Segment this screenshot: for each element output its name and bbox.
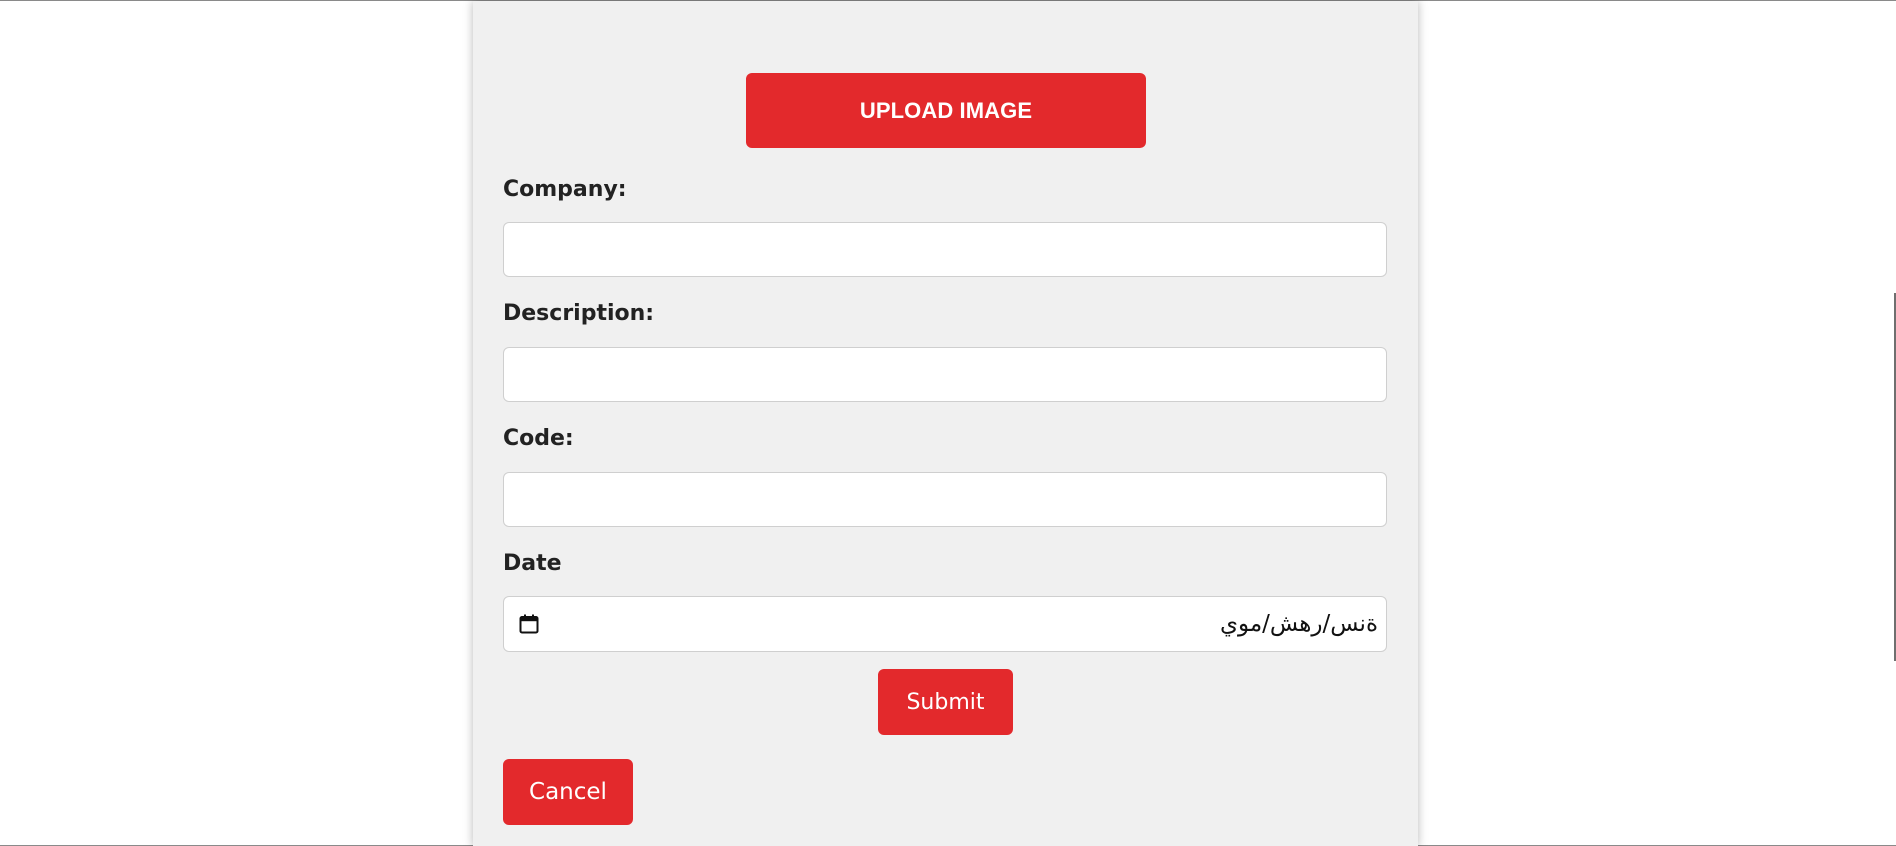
calendar-icon[interactable] (518, 613, 540, 635)
description-label: Description: (503, 301, 655, 326)
code-input[interactable] (503, 472, 1387, 527)
upload-image-button[interactable]: UPLOAD IMAGE (746, 73, 1146, 148)
company-input[interactable] (503, 222, 1387, 277)
date-placeholder: ةنس/رهش/موي (1219, 611, 1378, 637)
submit-button[interactable]: Submit (878, 669, 1013, 735)
date-input[interactable]: ةنس/رهش/موي (503, 596, 1387, 652)
company-label: Company: (503, 177, 627, 202)
description-input[interactable] (503, 347, 1387, 402)
page: UPLOAD IMAGE Company: Description: Code:… (0, 0, 1896, 846)
date-label: Date (503, 551, 562, 576)
form-card: UPLOAD IMAGE Company: Description: Code:… (473, 1, 1418, 846)
code-label: Code: (503, 426, 574, 451)
cancel-button[interactable]: Cancel (503, 759, 633, 825)
